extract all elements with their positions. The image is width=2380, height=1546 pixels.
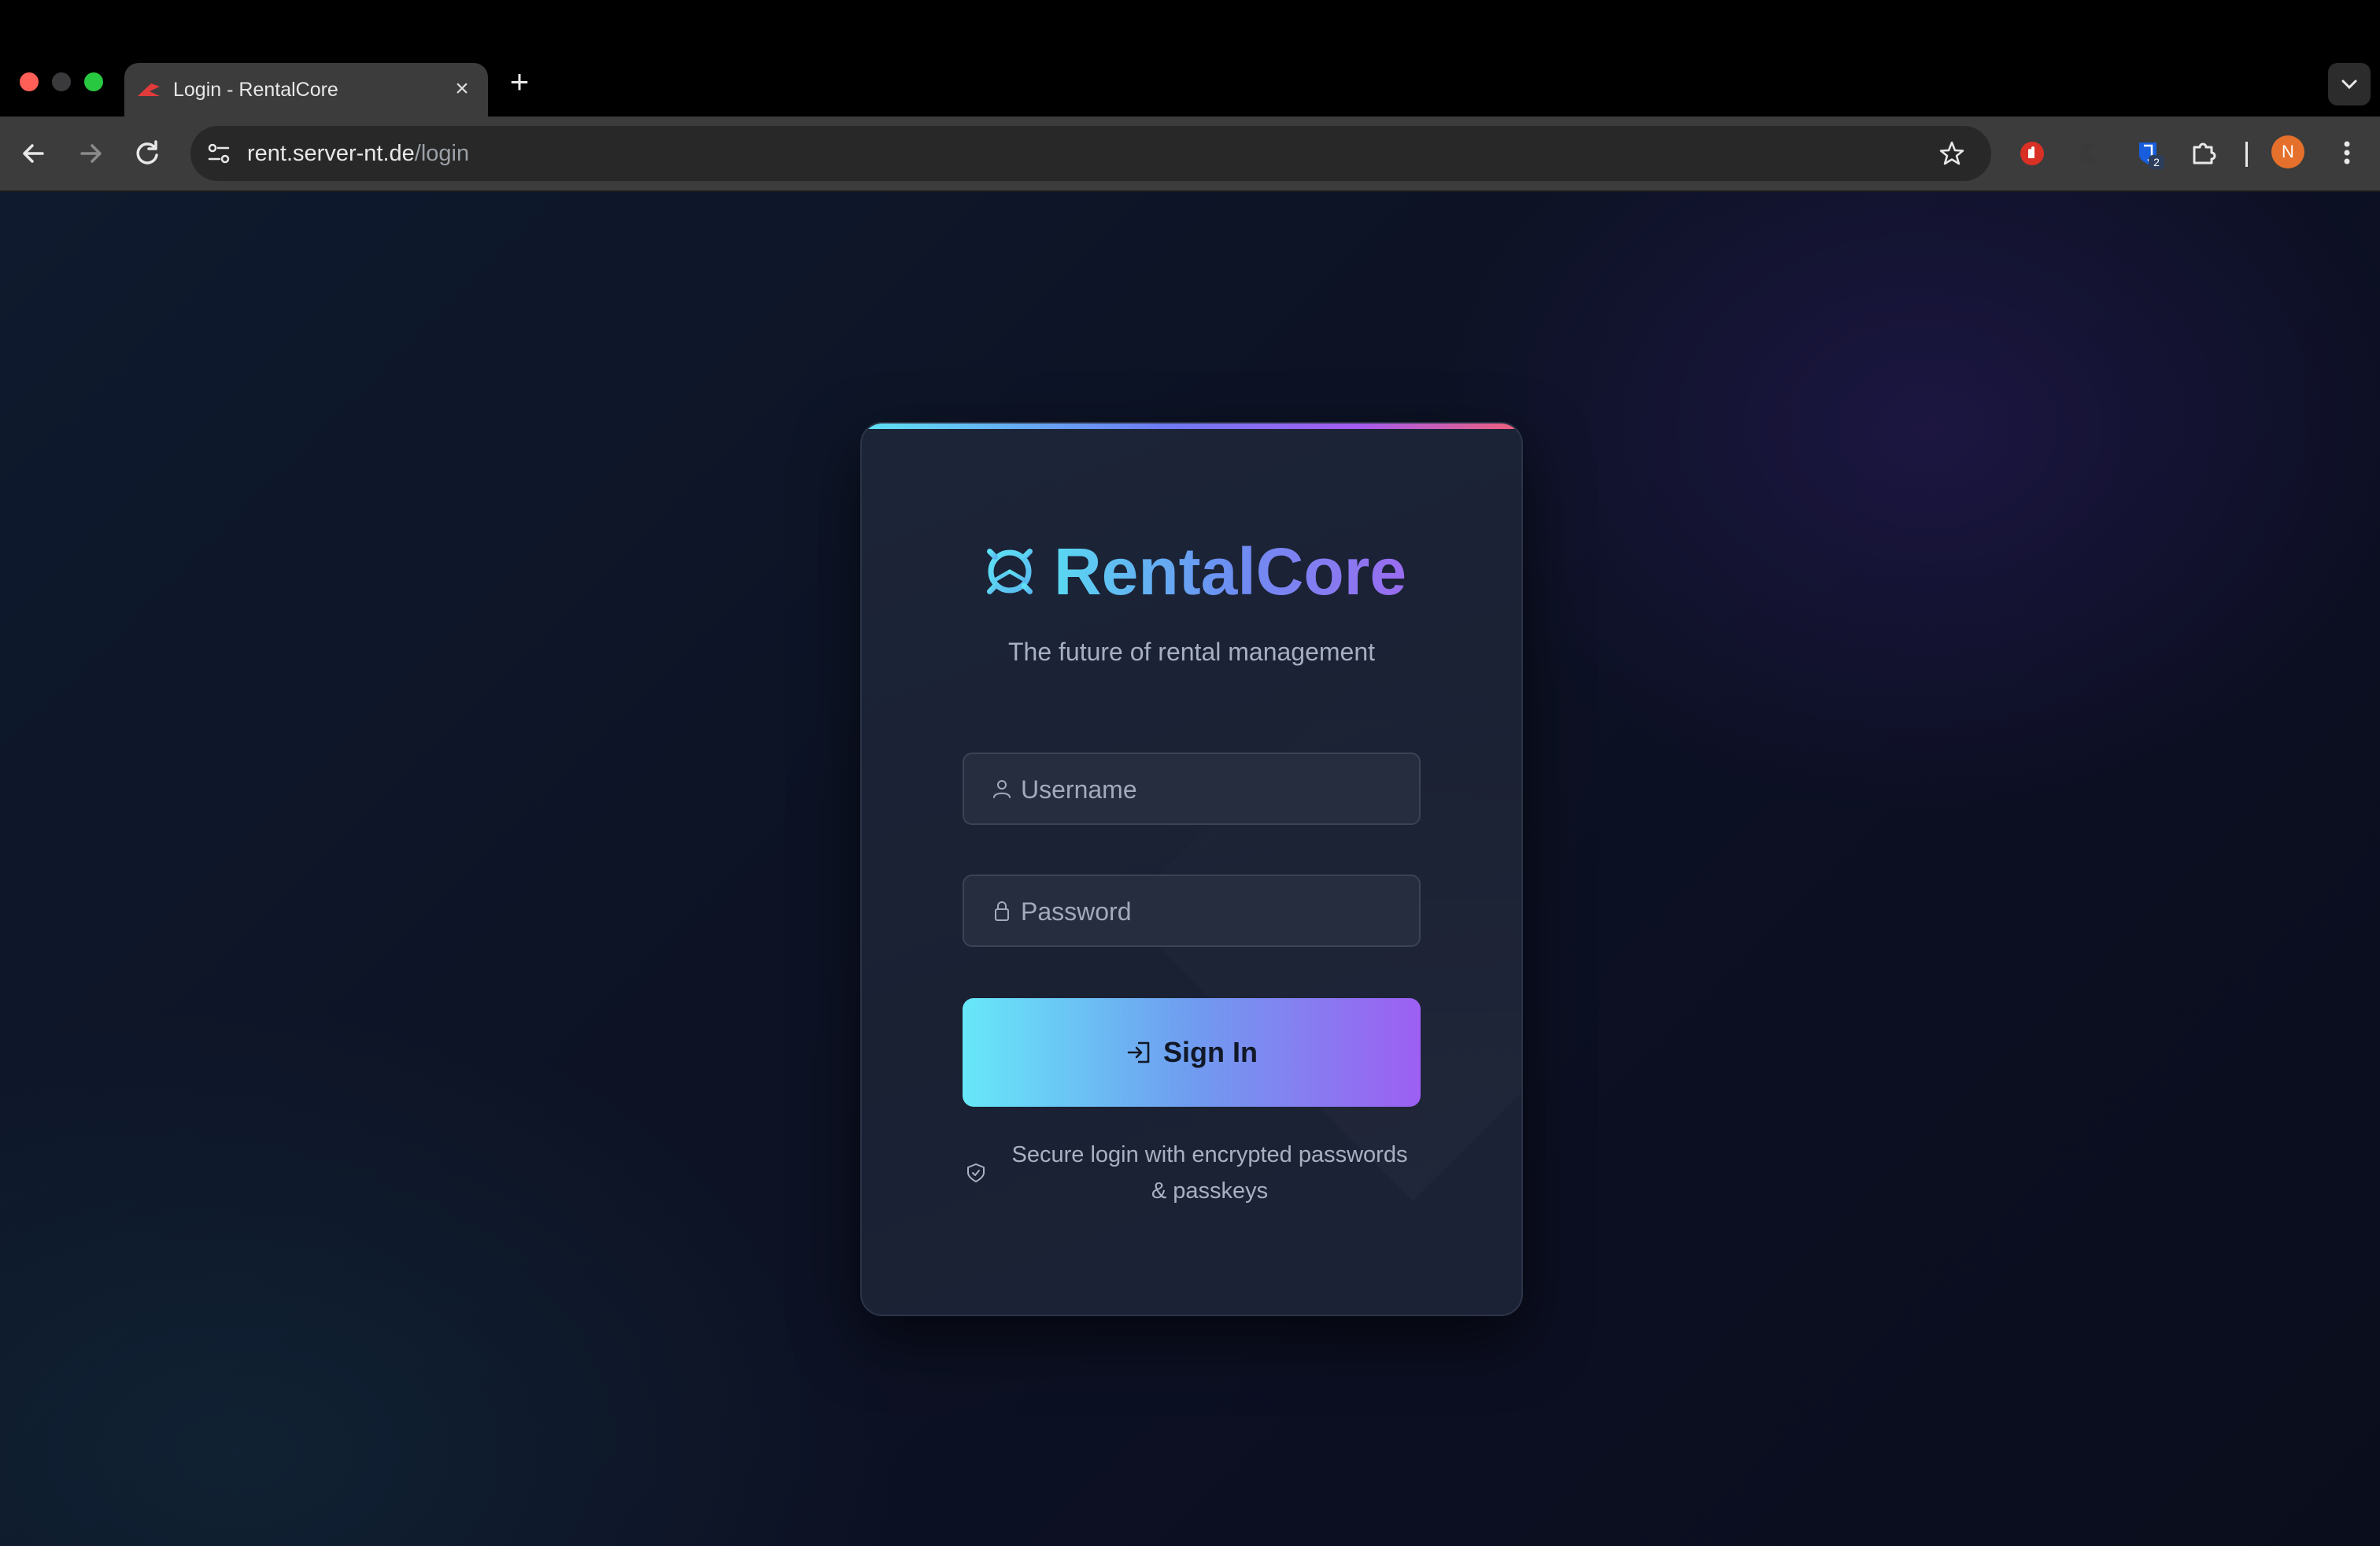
bookmark-star-icon[interactable]: [1936, 138, 1968, 169]
site-settings-icon[interactable]: [203, 138, 235, 169]
user-icon: [993, 780, 1011, 798]
url-path: /login: [414, 141, 470, 166]
favicon-icon: [138, 83, 160, 96]
browser-toolbar: rent.server-nt.de/login 2: [0, 117, 2380, 192]
kebab-menu-icon[interactable]: [2328, 134, 2366, 172]
tagline: The future of rental management: [1007, 638, 1376, 666]
password-field[interactable]: [963, 875, 1421, 947]
shield-check-icon: [967, 1163, 985, 1182]
url-host: rent.server-nt.de: [247, 141, 415, 166]
username-input[interactable]: [1019, 754, 1408, 825]
profile-avatar[interactable]: N: [2271, 135, 2304, 168]
username-field[interactable]: [963, 753, 1421, 825]
secure-login-text: Secure login with encrypted passwords & …: [1011, 1142, 1408, 1204]
url-text: rent.server-nt.de/login: [247, 141, 469, 167]
address-bar[interactable]: rent.server-nt.de/login: [190, 126, 1991, 181]
login-card: RentalCore The future of rental manageme…: [860, 422, 1523, 1316]
tab-close-icon[interactable]: ×: [447, 74, 477, 104]
forward-icon[interactable]: [71, 134, 110, 173]
new-tab-button[interactable]: +: [504, 65, 535, 98]
password-manager-extension-icon[interactable]: 2: [2130, 135, 2168, 172]
tab-search-button[interactable]: [2328, 63, 2371, 105]
sign-in-button[interactable]: Sign In: [963, 998, 1421, 1107]
sign-in-label: Sign In: [1163, 1036, 1258, 1068]
adblock-extension-icon[interactable]: [2013, 135, 2051, 172]
brand-title: RentalCore: [1054, 532, 1406, 611]
sign-in-icon: [1127, 1041, 1150, 1063]
extension-badge: 2: [2153, 156, 2160, 168]
secure-login-note: Secure login with encrypted passwords & …: [963, 1137, 1421, 1209]
toolbar-divider: [2245, 142, 2248, 167]
password-input[interactable]: [1019, 876, 1408, 947]
back-icon[interactable]: [14, 134, 54, 173]
tab-title: Login - RentalCore: [173, 79, 338, 101]
brand-logo: RentalCore: [862, 532, 1521, 611]
window-minimize-button[interactable]: [52, 72, 71, 91]
gear-logo-icon: [978, 540, 1041, 603]
browser-tab[interactable]: Login - RentalCore ×: [124, 63, 488, 117]
browser-titlebar: Login - RentalCore × +: [0, 0, 2380, 117]
lock-icon: [995, 901, 1009, 921]
extensions-puzzle-icon[interactable]: [2185, 135, 2223, 172]
window-maximize-button[interactable]: [84, 72, 103, 91]
reload-icon[interactable]: [128, 134, 167, 173]
window-close-button[interactable]: [20, 72, 39, 91]
dark-mode-extension-icon[interactable]: [2071, 135, 2109, 172]
page-background: RentalCore The future of rental manageme…: [0, 192, 2380, 1546]
card-accent-bar: [862, 423, 1521, 429]
chevron-down-icon: [2341, 80, 2357, 90]
